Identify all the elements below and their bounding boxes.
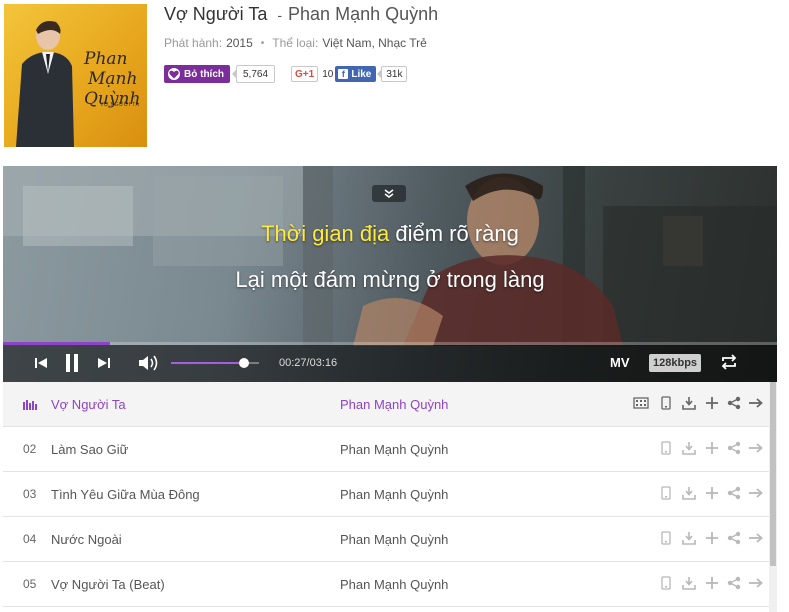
add-to-playlist-icon[interactable] bbox=[705, 531, 719, 545]
facebook-like-label: Like bbox=[351, 68, 372, 80]
release-label: Phát hành: bbox=[164, 36, 223, 50]
lyric-line-current: Thời gian địa điểm rõ ràng bbox=[3, 221, 777, 247]
unlike-button[interactable]: Bỏ thích bbox=[164, 65, 230, 83]
ringtone-phone-icon[interactable] bbox=[661, 531, 671, 545]
track-actions bbox=[627, 531, 767, 547]
song-meta: Phát hành: 2015 • Thể loại: Việt Nam, Nh… bbox=[164, 36, 427, 50]
repeat-icon[interactable] bbox=[720, 354, 738, 370]
volume-icon[interactable] bbox=[138, 354, 160, 372]
artist-link[interactable]: Phan Mạnh Quỳnh bbox=[288, 4, 438, 25]
pause-icon[interactable] bbox=[64, 353, 80, 373]
send-arrow-icon[interactable] bbox=[748, 441, 764, 455]
player-controls: 00:27/03:16 MV 128kbps bbox=[3, 345, 777, 382]
previous-icon[interactable] bbox=[34, 357, 48, 369]
ringtone-phone-icon[interactable] bbox=[661, 486, 671, 500]
album-cover[interactable]: Phan Mạnh Quỳnh VỢ NGƯỜI TA bbox=[4, 4, 147, 147]
track-artist[interactable]: Phan Mạnh Quỳnh bbox=[340, 532, 448, 547]
cover-script-line1: Phan bbox=[83, 49, 127, 69]
volume-fill bbox=[171, 362, 244, 364]
ringtone-phone-icon[interactable] bbox=[661, 576, 671, 590]
meta-dot: • bbox=[260, 37, 265, 49]
track-artist[interactable]: Phan Mạnh Quỳnh bbox=[340, 397, 448, 412]
collapse-lyrics-button[interactable] bbox=[372, 185, 406, 202]
download-icon[interactable] bbox=[682, 441, 696, 455]
track-title[interactable]: Nước Ngoài bbox=[51, 532, 122, 547]
send-arrow-icon[interactable] bbox=[748, 486, 764, 500]
track-actions bbox=[627, 576, 767, 592]
track-actions bbox=[627, 396, 767, 412]
track-actions bbox=[627, 486, 767, 502]
share-icon[interactable] bbox=[727, 396, 741, 410]
add-to-playlist-icon[interactable] bbox=[705, 441, 719, 455]
ringtone-phone-icon[interactable] bbox=[661, 441, 671, 455]
track-number: 03 bbox=[23, 487, 37, 501]
playlist: 05 Vợ Người Ta (Beat) Phan Mạnh Quỳnh 04… bbox=[3, 382, 777, 612]
social-row: Bỏ thích 5,764 G+1 10 f Like 31k bbox=[164, 64, 408, 84]
add-to-playlist-icon[interactable] bbox=[705, 576, 719, 590]
share-icon[interactable] bbox=[727, 486, 741, 500]
cover-subtitle: VỢ NGƯỜI TA bbox=[100, 102, 140, 108]
volume-slider[interactable] bbox=[171, 358, 259, 368]
playlist-row[interactable]: 03 Tình Yêu Giữa Mùa Đông Phan Mạnh Quỳnh bbox=[3, 472, 769, 517]
playlist-row[interactable]: 04 Nước Ngoài Phan Mạnh Quỳnh bbox=[3, 517, 769, 562]
mv-button[interactable]: MV bbox=[610, 355, 630, 370]
genre-label: Thể loại: bbox=[272, 36, 319, 50]
cover-script-line2: Mạnh bbox=[87, 69, 137, 89]
chevron-double-down-icon bbox=[384, 188, 394, 198]
send-arrow-icon[interactable] bbox=[748, 396, 764, 410]
share-icon[interactable] bbox=[727, 531, 741, 545]
next-icon[interactable] bbox=[97, 357, 111, 369]
mv-film-icon[interactable] bbox=[633, 396, 649, 410]
track-title[interactable]: Tình Yêu Giữa Mùa Đông bbox=[51, 487, 200, 502]
quality-button[interactable]: 128kbps bbox=[649, 354, 702, 372]
download-icon[interactable] bbox=[682, 396, 696, 410]
playlist-row[interactable]: 05 Vợ Người Ta (Beat) Phan Mạnh Quỳnh bbox=[3, 562, 769, 607]
lyric-unsung-part: điểm rõ ràng bbox=[389, 221, 519, 246]
share-icon[interactable] bbox=[727, 441, 741, 455]
facebook-like-count: 31k bbox=[377, 66, 408, 82]
unlike-label: Bỏ thích bbox=[184, 68, 224, 80]
track-artist[interactable]: Phan Mạnh Quỳnh bbox=[340, 442, 448, 457]
genre-links[interactable]: Việt Nam, Nhạc Trẻ bbox=[322, 36, 426, 50]
share-icon[interactable] bbox=[727, 576, 741, 590]
track-title[interactable]: Làm Sao Giữ bbox=[51, 442, 128, 457]
download-icon[interactable] bbox=[682, 576, 696, 590]
ringtone-phone-icon[interactable] bbox=[661, 396, 671, 410]
playlist-row[interactable]: 02 Làm Sao Giữ Phan Mạnh Quỳnh bbox=[3, 427, 769, 472]
track-number: 05 bbox=[23, 577, 37, 591]
gplus-button[interactable]: G+1 bbox=[291, 66, 319, 82]
music-player: Thời gian địa điểm rõ ràng Lại một đám m… bbox=[3, 166, 777, 382]
lyric-line-next: Lại một đám mừng ở trong làng bbox=[235, 267, 545, 292]
now-playing-icon bbox=[23, 400, 37, 410]
title-separator: - bbox=[277, 7, 283, 23]
song-title: Vợ Người Ta bbox=[164, 4, 268, 24]
playlist-scrollbar[interactable] bbox=[769, 382, 777, 612]
scrollbar-thumb[interactable] bbox=[770, 382, 776, 566]
playlist-row[interactable]: Vợ Người Ta Phan Mạnh Quỳnh bbox=[3, 382, 769, 427]
track-artist[interactable]: Phan Mạnh Quỳnh bbox=[340, 487, 448, 502]
release-year: 2015 bbox=[226, 36, 253, 50]
artist-photo bbox=[16, 21, 74, 147]
download-icon[interactable] bbox=[682, 531, 696, 545]
facebook-icon: f bbox=[338, 69, 349, 79]
send-arrow-icon[interactable] bbox=[748, 576, 764, 590]
send-arrow-icon[interactable] bbox=[748, 531, 764, 545]
track-title[interactable]: Vợ Người Ta bbox=[51, 397, 126, 412]
time-display: 00:27/03:16 bbox=[279, 357, 338, 369]
title-row: Vợ Người Ta - Phan Mạnh Quỳnh bbox=[164, 4, 438, 26]
volume-knob[interactable] bbox=[239, 358, 249, 368]
track-title[interactable]: Vợ Người Ta (Beat) bbox=[51, 577, 165, 592]
facebook-like-button[interactable]: f Like bbox=[335, 66, 377, 82]
track-artist[interactable]: Phan Mạnh Quỳnh bbox=[340, 577, 448, 592]
track-actions bbox=[627, 441, 767, 457]
add-to-playlist-icon[interactable] bbox=[705, 396, 719, 410]
lyric-sung-part: Thời gian địa bbox=[261, 221, 390, 246]
add-to-playlist-icon[interactable] bbox=[705, 486, 719, 500]
gplus-count: 10 bbox=[322, 68, 334, 80]
track-number: 04 bbox=[23, 532, 37, 546]
like-count: 5,764 bbox=[231, 65, 276, 83]
heart-icon bbox=[168, 68, 180, 80]
track-number: 02 bbox=[23, 442, 37, 456]
download-icon[interactable] bbox=[682, 486, 696, 500]
